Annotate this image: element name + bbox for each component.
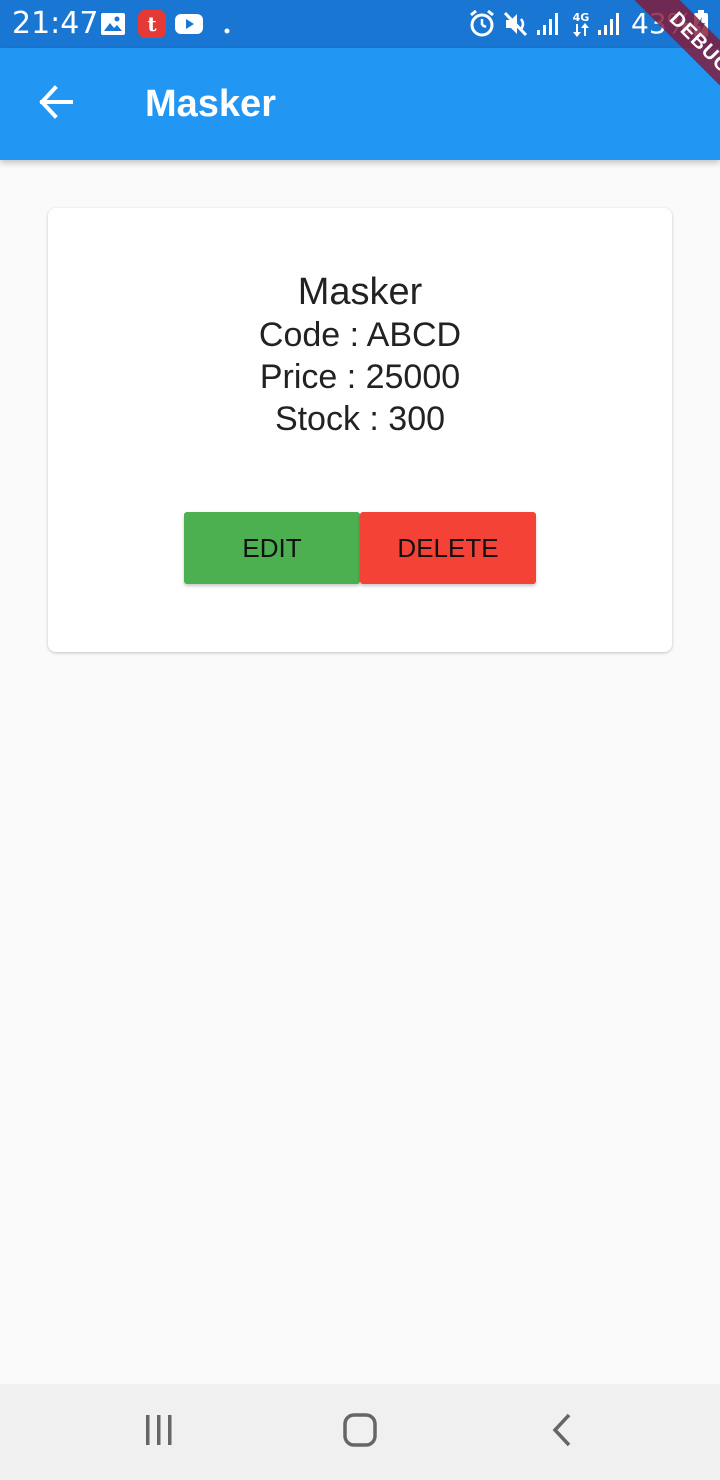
product-name: Masker [297, 271, 423, 313]
signal-icon [536, 12, 560, 41]
home-icon [342, 1412, 378, 1453]
back-icon [550, 1412, 574, 1453]
back-button[interactable] [28, 76, 84, 132]
arrow-back-icon [38, 84, 74, 125]
gallery-icon [100, 12, 126, 41]
page-title: Masker [145, 83, 276, 125]
product-code: Code : ABCD [258, 316, 462, 354]
app-bar: Masker [0, 48, 720, 160]
svg-text:t: t [147, 12, 157, 36]
edit-button[interactable]: EDIT [184, 512, 360, 584]
app-notification-icon: t [137, 9, 167, 44]
alarm-icon [469, 9, 495, 43]
battery-percentage: 43% [631, 7, 694, 40]
4g-icon: 4G [569, 10, 593, 43]
status-time: 21:47 [12, 6, 99, 41]
product-stock: Stock : 300 [274, 400, 446, 438]
recent-apps-icon [142, 1414, 176, 1451]
svg-text:4G: 4G [573, 11, 590, 24]
navigation-bar [0, 1384, 720, 1480]
mute-icon [503, 10, 529, 43]
product-price: Price : 25000 [259, 358, 461, 396]
signal-icon [597, 12, 621, 41]
dot-icon [224, 21, 230, 39]
battery-icon [693, 10, 709, 43]
system-back-button[interactable] [522, 1402, 602, 1462]
product-card: Masker Code : ABCD Price : 25000 Stock :… [48, 208, 672, 652]
delete-button[interactable]: DELETE [360, 512, 536, 584]
status-bar: 21:47 t 4G 43% [0, 0, 720, 48]
recent-apps-button[interactable] [119, 1402, 199, 1462]
youtube-icon [175, 14, 203, 39]
home-button[interactable] [320, 1402, 400, 1462]
